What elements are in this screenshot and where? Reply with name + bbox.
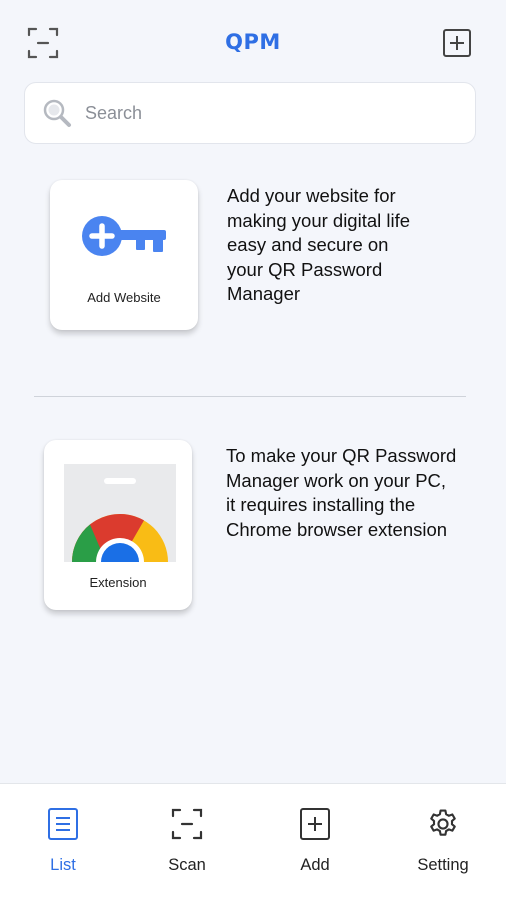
- key-icon: [82, 216, 166, 256]
- nav-add-label: Add: [300, 856, 330, 874]
- app-header: QPM: [0, 0, 506, 80]
- app-title: QPM: [225, 30, 281, 54]
- add-button[interactable]: [440, 26, 474, 60]
- extension-card[interactable]: Extension: [44, 440, 192, 610]
- nav-setting[interactable]: Setting: [380, 784, 506, 900]
- nav-add[interactable]: Add: [252, 784, 378, 900]
- add-website-label: Add Website: [87, 290, 161, 305]
- bottom-navigation: List Scan Add Setting: [0, 783, 506, 900]
- search-bar[interactable]: [24, 82, 476, 144]
- nav-list[interactable]: List: [0, 784, 126, 900]
- extension-description: To make your QR Password Manager work on…: [226, 445, 457, 540]
- search-input[interactable]: [85, 102, 475, 124]
- section-divider: [34, 396, 466, 397]
- extension-label: Extension: [89, 575, 147, 590]
- scan-icon: [171, 808, 203, 840]
- gear-icon: [430, 809, 456, 836]
- add-icon: [300, 808, 330, 840]
- chrome-icon: [64, 464, 176, 562]
- add-website-card[interactable]: Add Website: [50, 180, 198, 330]
- search-icon: [43, 99, 71, 127]
- list-icon: [48, 808, 78, 840]
- nav-list-label: List: [50, 856, 76, 874]
- add-square-icon: [443, 29, 471, 57]
- nav-scan-label: Scan: [168, 856, 206, 874]
- add-website-description: Add your website for making your digital…: [227, 185, 411, 304]
- nav-setting-label: Setting: [417, 856, 469, 874]
- nav-scan[interactable]: Scan: [124, 784, 250, 900]
